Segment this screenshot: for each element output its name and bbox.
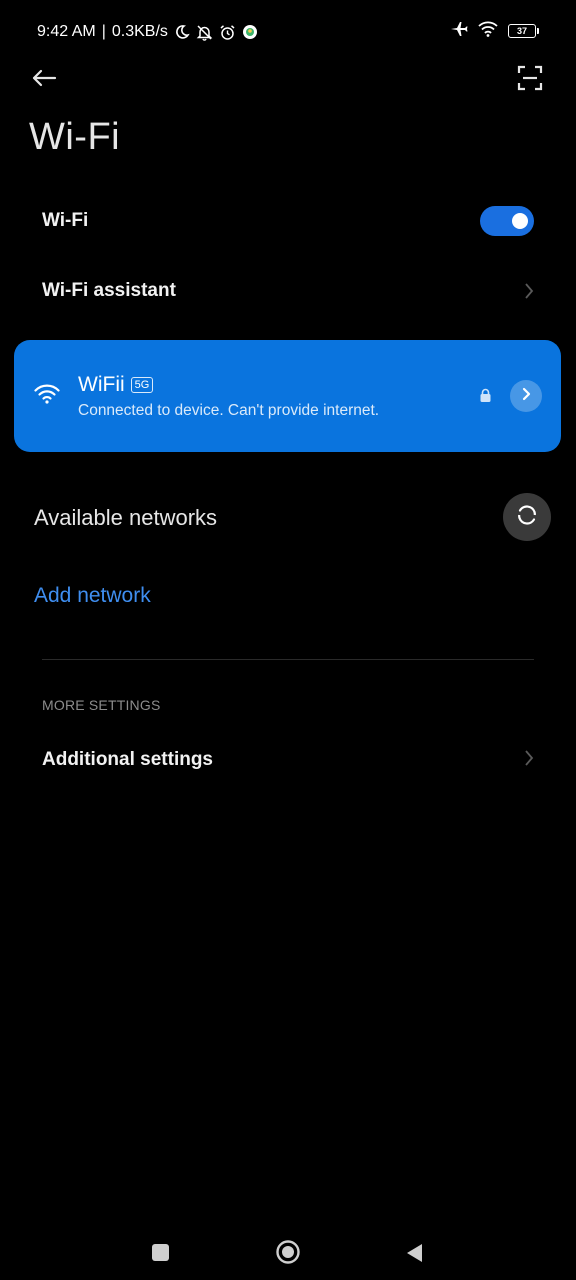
wifi-assistant-label: Wi-Fi assistant: [42, 280, 176, 301]
available-networks-label: Available networks: [34, 505, 218, 530]
divider: [42, 659, 534, 660]
wifi-toggle-row[interactable]: Wi-Fi: [0, 190, 576, 252]
chevron-right-icon: [522, 748, 536, 768]
status-speed: 0.3KB/s: [111, 23, 168, 40]
back-arrow-icon: [31, 68, 57, 93]
network-status: Connected to device. Can't provide inter…: [78, 402, 380, 419]
status-time: 9:42 AM: [37, 23, 96, 40]
status-left: 9:42 AM | 0.3KB/s: [37, 21, 258, 43]
lock-icon: [479, 388, 492, 408]
airplane-icon: [450, 20, 468, 43]
wifi-toggle[interactable]: [480, 206, 534, 236]
connected-network-card[interactable]: WiFii 5G Connected to device. Can't prov…: [14, 340, 561, 452]
moon-icon: [174, 24, 190, 40]
status-right: 37: [450, 20, 539, 43]
back-button[interactable]: [24, 60, 64, 100]
battery-icon: 37: [508, 24, 539, 38]
app-notification-icon: [242, 24, 258, 40]
additional-settings-row[interactable]: Additional settings: [0, 730, 576, 788]
bell-off-icon: [196, 24, 213, 41]
network-name-row: WiFii 5G: [78, 373, 154, 397]
wifi-signal-icon: [34, 384, 60, 409]
wifi-label: Wi-Fi: [42, 210, 89, 231]
additional-settings-label: Additional settings: [42, 749, 213, 770]
wifi-status-icon: [478, 21, 498, 42]
page-title: Wi-Fi: [29, 116, 121, 158]
more-settings-header: MORE SETTINGS: [42, 697, 161, 713]
scan-qr-icon: [517, 65, 543, 96]
network-details-button[interactable]: [510, 380, 542, 412]
wifi-assistant-row[interactable]: Wi-Fi assistant: [0, 262, 576, 320]
chevron-right-icon: [520, 387, 532, 406]
band-badge: 5G: [130, 377, 154, 393]
status-separator: |: [101, 23, 106, 40]
status-bar: 9:42 AM | 0.3KB/s 37: [0, 0, 576, 62]
battery-level: 37: [516, 25, 527, 36]
network-name: WiFii: [78, 373, 125, 396]
toggle-knob: [512, 213, 528, 229]
chevron-right-icon: [522, 281, 536, 301]
refresh-button[interactable]: [503, 493, 551, 541]
navigation-bar: [0, 1222, 576, 1280]
alarm-icon: [219, 24, 236, 41]
refresh-icon: [515, 503, 539, 532]
recent-apps-icon[interactable]: [152, 1244, 169, 1261]
back-icon[interactable]: [404, 1242, 424, 1264]
scan-qr-button[interactable]: [510, 60, 550, 100]
add-network-link[interactable]: Add network: [34, 584, 151, 608]
home-icon[interactable]: [275, 1239, 301, 1265]
